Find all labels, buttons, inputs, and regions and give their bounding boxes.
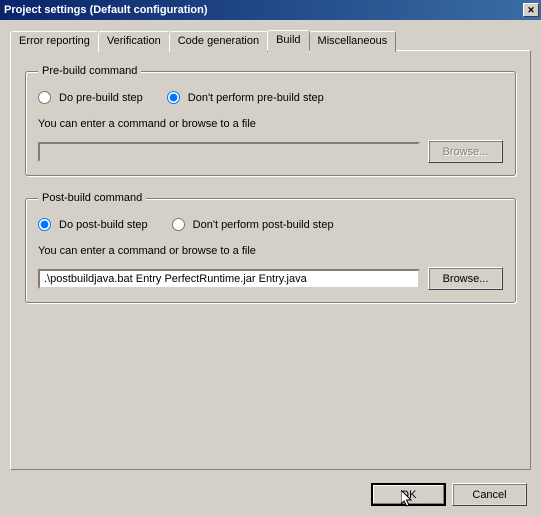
radio-dont-post-build-label: Don't perform post-build step — [193, 219, 334, 231]
pre-build-radio-row: Do pre-build step Don't perform pre-buil… — [38, 91, 503, 104]
radio-dont-post-build[interactable]: Don't perform post-build step — [172, 218, 334, 231]
title-bar: Project settings (Default configuration)… — [0, 0, 541, 20]
tab-error-reporting[interactable]: Error reporting — [10, 31, 99, 52]
pre-build-browse-button: Browse... — [428, 140, 503, 163]
pre-build-input-row: Browse... — [38, 140, 503, 163]
pre-build-hint: You can enter a command or browse to a f… — [38, 118, 503, 130]
radio-dont-pre-build[interactable]: Don't perform pre-build step — [167, 91, 324, 104]
close-button[interactable]: ✕ — [523, 3, 539, 17]
tab-bar: Error reporting Verification Code genera… — [10, 30, 531, 51]
tab-build[interactable]: Build — [267, 30, 309, 51]
tab-verification[interactable]: Verification — [98, 31, 170, 52]
post-build-group: Post-build command Do post-build step Do… — [25, 192, 516, 303]
post-build-legend: Post-build command — [38, 192, 146, 204]
pre-build-legend: Pre-build command — [38, 65, 141, 77]
dialog-content: Error reporting Verification Code genera… — [0, 20, 541, 516]
post-build-command-input[interactable] — [38, 269, 420, 289]
ok-button[interactable]: OK — [371, 483, 446, 506]
post-build-browse-button[interactable]: Browse... — [428, 267, 503, 290]
radio-dont-post-build-input[interactable] — [172, 218, 185, 231]
tab-miscellaneous[interactable]: Miscellaneous — [309, 31, 397, 52]
pre-build-group: Pre-build command Do pre-build step Don'… — [25, 65, 516, 176]
radio-do-post-build[interactable]: Do post-build step — [38, 218, 148, 231]
tab-panel-build: Pre-build command Do pre-build step Don'… — [10, 50, 531, 470]
post-build-radio-row: Do post-build step Don't perform post-bu… — [38, 218, 503, 231]
radio-dont-pre-build-label: Don't perform pre-build step — [188, 92, 324, 104]
radio-dont-pre-build-input[interactable] — [167, 91, 180, 104]
radio-do-post-build-label: Do post-build step — [59, 219, 148, 231]
window-title: Project settings (Default configuration) — [4, 4, 208, 16]
radio-do-pre-build-label: Do pre-build step — [59, 92, 143, 104]
radio-do-post-build-input[interactable] — [38, 218, 51, 231]
cancel-button[interactable]: Cancel — [452, 483, 527, 506]
pre-build-command-input — [38, 142, 420, 162]
radio-do-pre-build-input[interactable] — [38, 91, 51, 104]
dialog-buttons: OK Cancel — [371, 483, 527, 506]
radio-do-pre-build[interactable]: Do pre-build step — [38, 91, 143, 104]
post-build-hint: You can enter a command or browse to a f… — [38, 245, 503, 257]
post-build-input-row: Browse... — [38, 267, 503, 290]
tab-code-generation[interactable]: Code generation — [169, 31, 268, 52]
